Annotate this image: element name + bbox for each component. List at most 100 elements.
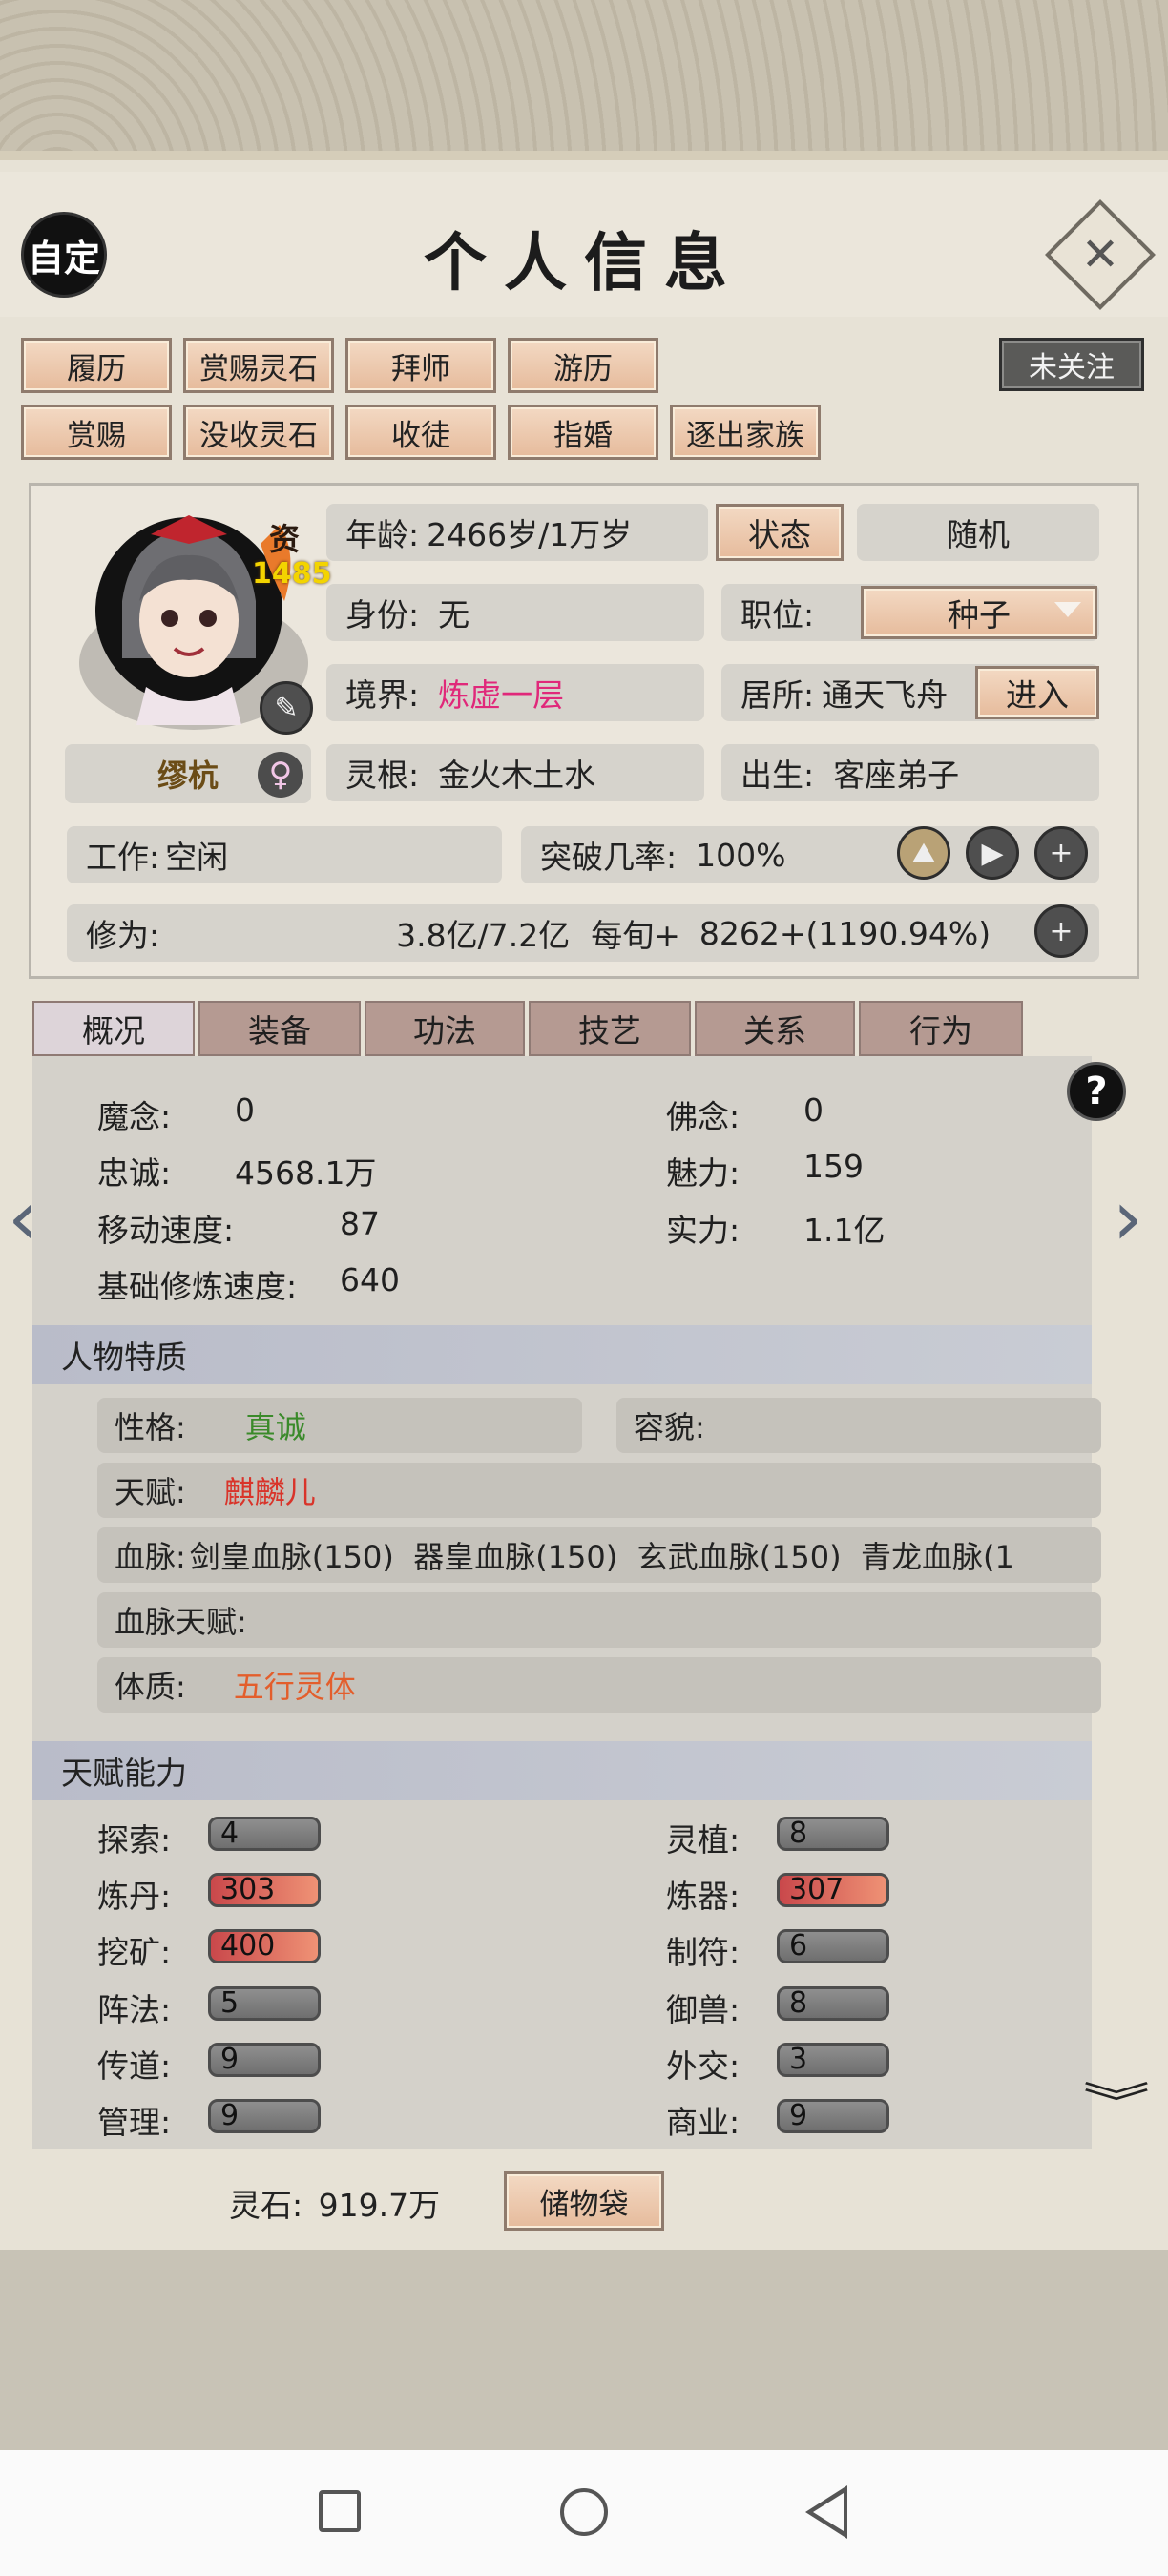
spirit-stones: 灵石: 919.7万 bbox=[229, 2180, 440, 2226]
ability-label: 灵植: bbox=[666, 1821, 740, 1859]
stat-label: 魅力: bbox=[666, 1154, 740, 1192]
help-icon[interactable]: ? bbox=[1067, 1062, 1126, 1121]
age-label: 年龄: bbox=[345, 516, 420, 553]
stat-value: 87 bbox=[340, 1205, 380, 1242]
history-button[interactable]: 履历 bbox=[21, 338, 172, 393]
status-button[interactable]: 状态 bbox=[716, 504, 844, 561]
take-disciple-button[interactable]: 收徒 bbox=[345, 405, 496, 460]
stat-value: 1.1亿 bbox=[803, 1212, 886, 1249]
ability-value: 9 bbox=[208, 2043, 321, 2077]
bloodline-talent-label: 血脉天赋: bbox=[115, 1604, 247, 1640]
origin-value: 客座弟子 bbox=[833, 757, 960, 794]
spirit-root-label: 灵根: bbox=[345, 757, 420, 794]
arrange-marriage-button[interactable]: 指婚 bbox=[508, 405, 658, 460]
female-gender-icon: ♀ bbox=[258, 752, 303, 798]
personality-label: 性格: bbox=[115, 1409, 186, 1445]
page-title: 个人信息 bbox=[424, 225, 744, 300]
stat-value: 159 bbox=[803, 1148, 864, 1185]
play-icon[interactable]: ▶ bbox=[966, 826, 1019, 880]
ability-value: 8 bbox=[777, 1986, 889, 2021]
spirit-stones-value: 919.7万 bbox=[318, 2187, 441, 2224]
ability-value: 400 bbox=[208, 1929, 321, 1963]
talent-row: 天赋: 麒麟儿 bbox=[97, 1463, 1101, 1518]
bloodline-row: 血脉: 剑皇血脉(150) 器皇血脉(150) 玄武血脉(150) 青龙血脉(1 bbox=[97, 1527, 1101, 1583]
tab-skills[interactable]: 技艺 bbox=[529, 1001, 691, 1056]
tab-equipment[interactable]: 装备 bbox=[198, 1001, 361, 1056]
spirit-root-field: 灵根: 金火木土水 bbox=[326, 744, 704, 801]
ability-label: 探索: bbox=[97, 1821, 172, 1859]
ability-label: 御兽: bbox=[666, 1991, 740, 2028]
work-label: 工作: bbox=[86, 839, 160, 876]
plus-icon[interactable]: + bbox=[1034, 826, 1088, 880]
ability-label: 传道: bbox=[97, 2047, 172, 2085]
apprentice-to-button[interactable]: 拜师 bbox=[345, 338, 496, 393]
position-select[interactable]: 种子 bbox=[861, 586, 1097, 639]
stat-label: 忠诚: bbox=[97, 1154, 172, 1192]
traits-section-title: 人物特质 bbox=[32, 1325, 1092, 1384]
identity-value: 无 bbox=[438, 596, 470, 634]
storage-bag-button[interactable]: 储物袋 bbox=[504, 2171, 664, 2231]
tab-overview[interactable]: 概况 bbox=[32, 1001, 195, 1056]
spirit-root-value: 金火木土水 bbox=[438, 757, 596, 794]
enter-residence-button[interactable]: 进入 bbox=[975, 666, 1099, 719]
expel-button[interactable]: 逐出家族 bbox=[670, 405, 821, 460]
personality-row: 性格: 真诚 bbox=[97, 1398, 582, 1453]
physique-value: 五行灵体 bbox=[233, 1669, 356, 1705]
stat-value: 0 bbox=[803, 1091, 824, 1129]
tab-behavior[interactable]: 行为 bbox=[859, 1001, 1023, 1056]
ability-value: 303 bbox=[208, 1873, 321, 1907]
cultivation-plus-icon[interactable]: + bbox=[1034, 904, 1088, 958]
stat-value: 0 bbox=[235, 1091, 255, 1129]
reward-button[interactable]: 赏赐 bbox=[21, 405, 172, 460]
stat-label: 移动速度: bbox=[97, 1212, 235, 1249]
residence-value: 通天飞舟 bbox=[822, 676, 949, 714]
prev-arrow-icon[interactable]: ‹ bbox=[8, 1174, 38, 1262]
ability-label: 商业: bbox=[666, 2104, 740, 2141]
back-icon-inner bbox=[813, 2493, 844, 2531]
ability-label: 管理: bbox=[97, 2104, 172, 2141]
reward-stones-button[interactable]: 赏赐灵石 bbox=[183, 338, 334, 393]
scroll-down-icon[interactable]: ︾ bbox=[1083, 2068, 1150, 2129]
next-arrow-icon[interactable]: › bbox=[1113, 1174, 1143, 1262]
stat-label: 实力: bbox=[666, 1212, 740, 1249]
stat-value: 640 bbox=[340, 1261, 400, 1298]
realm-value: 炼虚一层 bbox=[438, 676, 565, 714]
lower-backdrop bbox=[0, 2250, 1168, 2450]
follow-button[interactable]: 未关注 bbox=[999, 338, 1144, 391]
edit-brush-icon[interactable]: ✎ bbox=[260, 681, 313, 735]
origin-field: 出生: 客座弟子 bbox=[721, 744, 1099, 801]
aptitude-value: 1485 bbox=[252, 557, 332, 591]
spirit-stones-label: 灵石: bbox=[229, 2187, 303, 2224]
talent-label: 天赋: bbox=[115, 1474, 186, 1510]
bloodline-value: 剑皇血脉(150) 器皇血脉(150) 玄武血脉(150) 青龙血脉(1 bbox=[189, 1539, 1014, 1575]
ability-label: 炼丹: bbox=[97, 1878, 172, 1915]
cultivation-label: 修为: bbox=[86, 917, 160, 954]
ability-value: 8 bbox=[777, 1817, 889, 1851]
ability-label: 挖矿: bbox=[97, 1934, 172, 1971]
travel-button[interactable]: 游历 bbox=[508, 338, 658, 393]
residence-label: 居所: bbox=[740, 676, 815, 714]
tab-techniques[interactable]: 功法 bbox=[365, 1001, 525, 1056]
ability-value: 5 bbox=[208, 1986, 321, 2021]
ability-label: 阵法: bbox=[97, 1991, 172, 2028]
recent-apps-icon[interactable] bbox=[319, 2490, 361, 2532]
ability-value: 307 bbox=[777, 1873, 889, 1907]
per-turn-label: 每旬+ bbox=[591, 917, 680, 954]
random-button[interactable]: 随机 bbox=[857, 504, 1099, 561]
ability-label: 制符: bbox=[666, 1934, 740, 1971]
looks-label: 容貌: bbox=[634, 1409, 705, 1445]
ability-value: 6 bbox=[777, 1929, 889, 1963]
breakthrough-label: 突破几率: bbox=[540, 839, 678, 876]
age-field: 年龄: 2466岁/1万岁 bbox=[326, 504, 708, 561]
home-icon[interactable] bbox=[560, 2488, 608, 2536]
ability-label: 炼器: bbox=[666, 1878, 740, 1915]
confiscate-stones-button[interactable]: 没收灵石 bbox=[183, 405, 334, 460]
work-value: 空闲 bbox=[165, 839, 229, 876]
ability-value: 9 bbox=[208, 2099, 321, 2133]
tab-relations[interactable]: 关系 bbox=[695, 1001, 855, 1056]
bloodline-label: 血脉: bbox=[115, 1539, 186, 1575]
close-icon[interactable]: ✕ bbox=[1061, 216, 1139, 294]
position-select-value: 种子 bbox=[948, 596, 1011, 634]
stat-label: 魔念: bbox=[97, 1098, 172, 1135]
breakthrough-figure-icon[interactable]: ⛰ bbox=[897, 826, 950, 880]
